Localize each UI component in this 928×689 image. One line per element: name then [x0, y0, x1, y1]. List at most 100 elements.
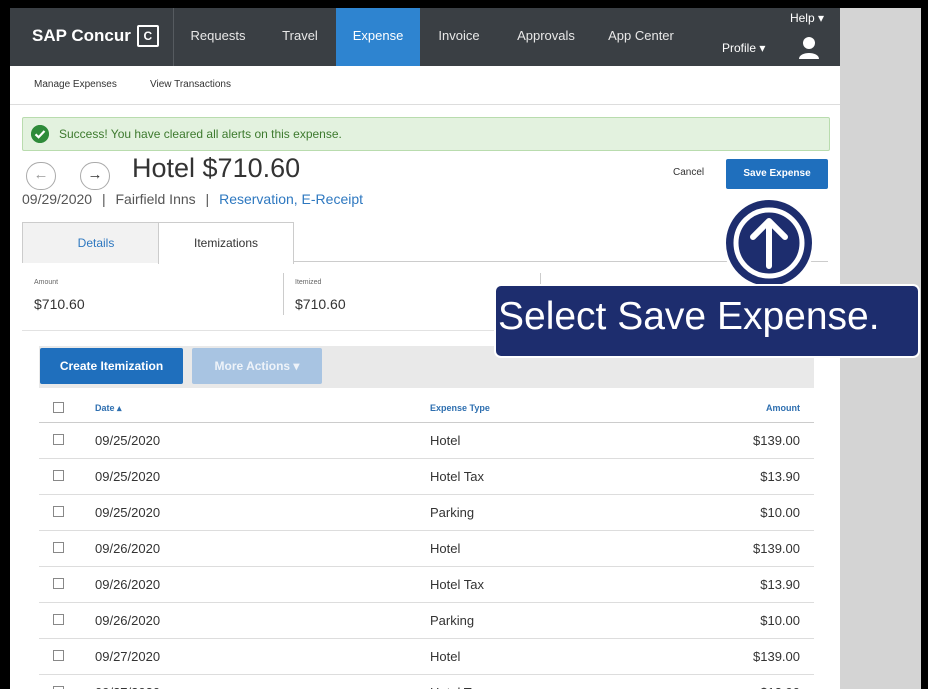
row-checkbox-cell [39, 422, 94, 459]
row-expense-type: Hotel [429, 530, 681, 567]
row-amount: $139.00 [681, 638, 814, 675]
brand-name: SAP Concur [32, 26, 131, 45]
row-checkbox[interactable] [53, 470, 64, 481]
tab-details[interactable]: Details [22, 222, 170, 263]
create-itemization-button[interactable]: Create Itemization [40, 348, 183, 384]
row-checkbox[interactable] [53, 614, 64, 625]
itemized-label: Itemized [295, 279, 322, 286]
table-row[interactable]: 09/25/2020 Hotel $139.00 [39, 422, 814, 459]
nav-item-requests[interactable]: Requests [176, 8, 260, 66]
arrow-up-circle-icon [733, 207, 805, 279]
row-checkbox[interactable] [53, 506, 64, 517]
row-checkbox-cell [39, 566, 94, 603]
row-checkbox[interactable] [53, 650, 64, 661]
itemizations-table: Date ▴ Expense Type Amount 09/25/2020 Hot… [39, 394, 814, 689]
alert-message: Success! You have cleared all alerts on … [59, 127, 342, 141]
expense-type-column-header[interactable]: Expense Type [429, 394, 681, 423]
table-row[interactable]: 09/26/2020 Hotel Tax $13.90 [39, 566, 814, 603]
meta-separator: | [205, 191, 210, 207]
row-expense-type: Hotel [429, 422, 681, 459]
save-expense-button[interactable]: Save Expense [726, 159, 828, 189]
row-amount: $13.90 [681, 674, 814, 689]
meta-separator: | [101, 191, 106, 207]
table-row[interactable]: 09/26/2020 Parking $10.00 [39, 602, 814, 639]
check-circle-icon [31, 125, 49, 143]
success-alert: Success! You have cleared all alerts on … [22, 117, 830, 151]
row-amount: $139.00 [681, 422, 814, 459]
row-date: 09/27/2020 [94, 674, 429, 689]
callout-prefix: Select [498, 295, 618, 338]
receipt-links[interactable]: Reservation, E-Receipt [219, 191, 363, 207]
table-row[interactable]: 09/27/2020Hotel Tax$13.90 [39, 674, 814, 689]
row-date: 09/25/2020 [94, 494, 429, 531]
row-expense-type: Parking [429, 494, 681, 531]
select-all-cell [39, 394, 94, 423]
table-row[interactable]: 09/27/2020 Hotel $139.00 [39, 638, 814, 675]
table-row[interactable]: 09/25/2020 Hotel Tax $13.90 [39, 458, 814, 495]
summary-divider [283, 273, 284, 315]
profile-menu[interactable]: Profile ▾ [722, 41, 765, 55]
row-checkbox-cell [39, 674, 94, 689]
expense-date: 09/29/2020 [22, 191, 93, 207]
row-checkbox-cell [39, 638, 94, 675]
row-expense-type: Parking [429, 602, 681, 639]
subnav-view-transactions[interactable]: View Transactions [150, 79, 231, 90]
nav-item-approvals[interactable]: Approvals [500, 8, 592, 66]
expense-vendor: Fairfield Inns [115, 191, 196, 207]
brand-logo[interactable]: SAP Concur C [32, 25, 159, 47]
user-icon[interactable] [798, 36, 820, 60]
top-nav: SAP Concur C Requests Travel Expense Inv… [10, 8, 840, 66]
cancel-button[interactable]: Cancel [673, 167, 704, 178]
row-checkbox[interactable] [53, 434, 64, 445]
row-amount: $139.00 [681, 530, 814, 567]
more-actions-button[interactable]: More Actions ▾ [192, 348, 322, 384]
row-amount: $13.90 [681, 458, 814, 495]
row-date: 09/26/2020 [94, 530, 429, 567]
callout-emphasis: Save Expense. [617, 295, 880, 338]
row-expense-type: Hotel Tax [429, 674, 681, 689]
next-expense-button[interactable]: → [80, 162, 110, 190]
row-checkbox-cell [39, 458, 94, 495]
row-amount: $10.00 [681, 494, 814, 531]
row-expense-type: Hotel Tax [429, 458, 681, 495]
amount-label: Amount [34, 279, 59, 286]
tab-itemizations[interactable]: Itemizations [158, 222, 294, 264]
amount-column-header[interactable]: Amount [681, 394, 814, 423]
row-checkbox-cell [39, 530, 94, 567]
itemized-value: $710.60 [295, 296, 346, 312]
amount-value: $710.60 [34, 296, 85, 312]
expense-title: Hotel $710.60 [132, 153, 301, 183]
row-date: 09/27/2020 [94, 638, 429, 675]
row-date: 09/25/2020 [94, 458, 429, 495]
row-checkbox-cell [39, 602, 94, 639]
row-expense-type: Hotel [429, 638, 681, 675]
sub-nav: Manage Expenses View Transactions [10, 66, 840, 105]
screenshot-frame: SAP Concur C Requests Travel Expense Inv… [10, 8, 921, 689]
row-expense-type: Hotel Tax [429, 566, 681, 603]
expense-meta: 09/29/2020 | Fairfield Inns | Reservatio… [22, 191, 363, 207]
nav-item-expense[interactable]: Expense [336, 8, 420, 66]
nav-divider [173, 8, 174, 66]
nav-item-travel[interactable]: Travel [262, 8, 338, 66]
row-amount: $13.90 [681, 566, 814, 603]
date-column-header[interactable]: Date ▴ [94, 394, 429, 423]
row-checkbox[interactable] [53, 542, 64, 553]
row-date: 09/26/2020 [94, 602, 429, 639]
brand-c-icon: C [136, 25, 159, 47]
table-row[interactable]: 09/26/2020 Hotel $139.00 [39, 530, 814, 567]
row-checkbox-cell [39, 494, 94, 531]
nav-item-app-center[interactable]: App Center [594, 8, 688, 66]
callout-instruction: Select Save Expense. [498, 295, 880, 339]
callout-circle [723, 197, 815, 289]
table-row[interactable]: 09/25/2020 Parking $10.00 [39, 494, 814, 531]
row-date: 09/25/2020 [94, 422, 429, 459]
table-header-row: Date ▴ Expense Type Amount [39, 394, 814, 423]
select-all-checkbox[interactable] [53, 401, 64, 413]
row-date: 09/26/2020 [94, 566, 429, 603]
subnav-manage-expenses[interactable]: Manage Expenses [34, 79, 117, 90]
nav-item-invoice[interactable]: Invoice [420, 8, 498, 66]
help-menu[interactable]: Help ▾ [790, 11, 824, 25]
row-checkbox[interactable] [53, 578, 64, 589]
previous-expense-button[interactable]: ← [26, 162, 56, 190]
row-amount: $10.00 [681, 602, 814, 639]
